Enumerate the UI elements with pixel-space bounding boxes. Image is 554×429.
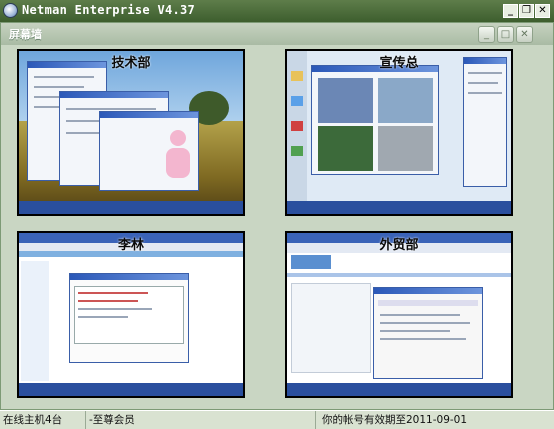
screen-label: 外贸部 [379, 238, 419, 253]
post-form [291, 283, 371, 373]
panel-title: 屏幕墙 [9, 28, 42, 41]
app-icon [291, 146, 303, 156]
side-window [463, 57, 507, 187]
account-expiry-status: 你的帐号有效期至2011-09-01 [322, 414, 468, 426]
site-logo [291, 255, 331, 269]
panel-minimize-button[interactable]: _ [478, 26, 495, 43]
panel-close-button[interactable]: ✕ [516, 26, 533, 43]
panel-maximize-button[interactable]: □ [497, 26, 514, 43]
app-icon [3, 3, 18, 18]
title-bar[interactable]: Netman Enterprise V4.37 _ ❐ ✕ [0, 0, 554, 22]
close-button[interactable]: ✕ [535, 4, 550, 18]
app-window [99, 111, 199, 191]
screen-thumbnail[interactable]: 技术部 [17, 49, 245, 216]
screen-wall-panel: 屏幕墙 _ □ ✕ 技术部 宣传总 李林 外贸部 [0, 22, 554, 410]
taskbar [287, 201, 511, 214]
folder-icon [291, 71, 303, 81]
screen-label: 技术部 [111, 56, 151, 71]
restore-button[interactable]: ❐ [519, 4, 534, 18]
app-window [311, 65, 439, 175]
online-hosts-status: 在线主机4台 [0, 411, 86, 429]
app-title: Netman Enterprise V4.37 [22, 3, 196, 17]
screen-label: 李林 [117, 238, 144, 253]
screen-thumbnail[interactable]: 宣传总 [285, 49, 513, 216]
membership-status: -至尊会员 [86, 411, 316, 429]
minimize-button[interactable]: _ [503, 4, 518, 18]
taskbar [287, 383, 511, 396]
taskbar [19, 383, 243, 396]
screen-thumbnail[interactable]: 李林 [17, 231, 245, 398]
site-sidebar [21, 261, 49, 381]
site-nav [287, 273, 511, 277]
computer-icon [291, 96, 303, 106]
editor-window [373, 287, 483, 379]
panel-header: 屏幕墙 _ □ ✕ [1, 23, 553, 45]
status-bar: 在线主机4台 -至尊会员 你的帐号有效期至2011-09-01 [0, 410, 554, 429]
screen-label: 宣传总 [379, 56, 419, 71]
taskbar [19, 201, 243, 214]
app-icon [291, 121, 303, 131]
screen-thumbnail[interactable]: 外贸部 [285, 231, 513, 398]
dialog-window [69, 273, 189, 363]
